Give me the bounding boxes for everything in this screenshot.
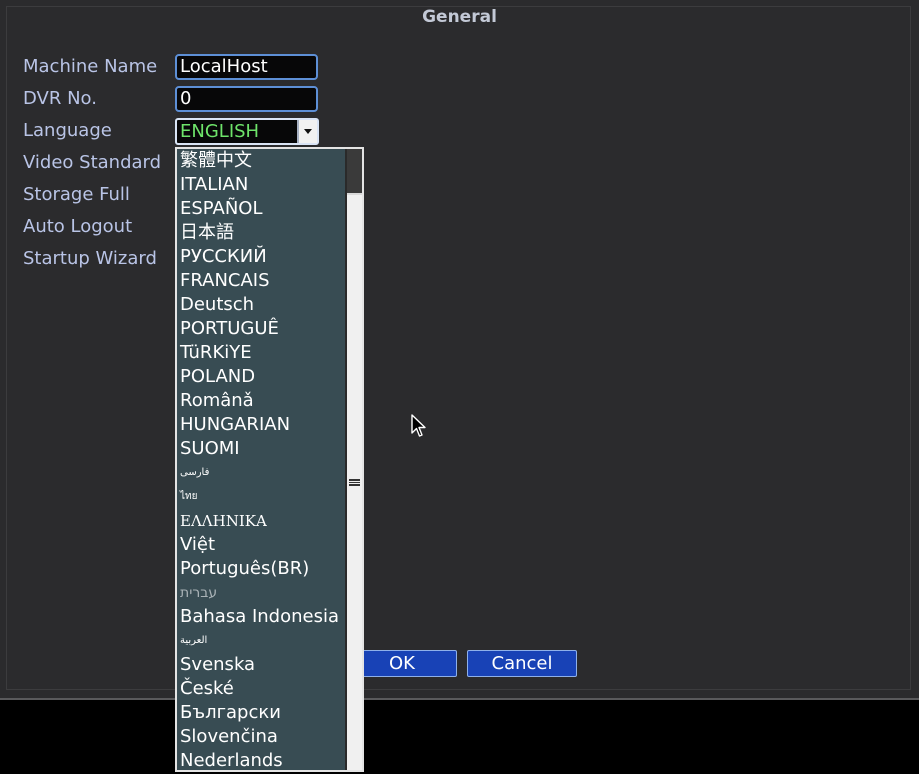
language-option-indonesian[interactable]: Bahasa Indonesia xyxy=(177,605,345,629)
dvr-no-input[interactable]: 0 xyxy=(175,86,318,112)
dialog-frame xyxy=(6,6,911,690)
mouse-pointer-icon xyxy=(411,414,426,437)
language-option-french[interactable]: FRANCAIS xyxy=(177,269,345,293)
language-option-traditional-chinese[interactable]: 繁體中文 xyxy=(177,149,345,173)
language-selected-value: ENGLISH xyxy=(180,121,260,142)
language-option-greek[interactable]: ΕΛΛΗΝΙΚΑ xyxy=(177,509,345,533)
language-option-turkish[interactable]: TüRKiYE xyxy=(177,341,345,365)
language-option-hungarian[interactable]: HUNGARIAN xyxy=(177,413,345,437)
scrollbar-thumb[interactable] xyxy=(347,149,362,195)
language-option-spanish[interactable]: ESPAÑOL xyxy=(177,197,345,221)
language-option-hebrew[interactable]: עברית xyxy=(177,581,345,605)
language-option-japanese[interactable]: 日本語 xyxy=(177,221,345,245)
startup-wizard-label: Startup Wizard xyxy=(23,248,157,269)
language-option-polish[interactable]: POLAND xyxy=(177,365,345,389)
language-option-arabic[interactable]: العربية xyxy=(177,629,345,653)
machine-name-label: Machine Name xyxy=(23,56,158,77)
machine-name-input[interactable]: LocalHost xyxy=(175,54,318,80)
language-option-czech[interactable]: České xyxy=(177,677,345,701)
language-option-swedish[interactable]: Svenska xyxy=(177,653,345,677)
language-option-persian[interactable]: فارسی xyxy=(177,461,345,485)
language-option-italian[interactable]: ITALIAN xyxy=(177,173,345,197)
auto-logout-label: Auto Logout xyxy=(23,216,133,237)
language-label: Language xyxy=(23,120,112,141)
language-option-bulgarian[interactable]: Български xyxy=(177,701,345,725)
language-option-german[interactable]: Deutsch xyxy=(177,293,345,317)
scrollbar-grip-icon xyxy=(349,479,360,486)
language-option-portuguese[interactable]: PORTUGUÊ xyxy=(177,317,345,341)
language-option-portuguese-br[interactable]: Português(BR) xyxy=(177,557,345,581)
language-option-romanian[interactable]: Românǎ xyxy=(177,389,345,413)
storage-full-label: Storage Full xyxy=(23,184,130,205)
language-option-russian[interactable]: РУССКИЙ xyxy=(177,245,345,269)
language-select[interactable]: ENGLISH xyxy=(175,118,319,145)
dialog-title: General xyxy=(422,7,497,27)
cancel-button[interactable]: Cancel xyxy=(467,650,577,677)
language-option-slovak[interactable]: Slovenčina xyxy=(177,725,345,749)
language-options: 繁體中文 ITALIAN ESPAÑOL 日本語 РУССКИЙ FRANCAI… xyxy=(177,149,345,770)
video-standard-label: Video Standard xyxy=(23,152,162,173)
dropdown-scrollbar[interactable] xyxy=(345,149,362,770)
language-option-finnish[interactable]: SUOMI xyxy=(177,437,345,461)
screen: General Machine Name LocalHost DVR No. 0… xyxy=(0,0,919,774)
dvr-no-label: DVR No. xyxy=(23,88,97,109)
language-option-dutch[interactable]: Nederlands xyxy=(177,749,345,770)
language-option-thai[interactable]: ไทย xyxy=(177,485,345,509)
language-option-vietnamese[interactable]: Việt xyxy=(177,533,345,557)
chevron-down-icon[interactable] xyxy=(297,120,317,143)
general-settings-dialog: General Machine Name LocalHost DVR No. 0… xyxy=(0,0,919,700)
language-dropdown-list[interactable]: 繁體中文 ITALIAN ESPAÑOL 日本語 РУССКИЙ FRANCAI… xyxy=(175,147,364,772)
